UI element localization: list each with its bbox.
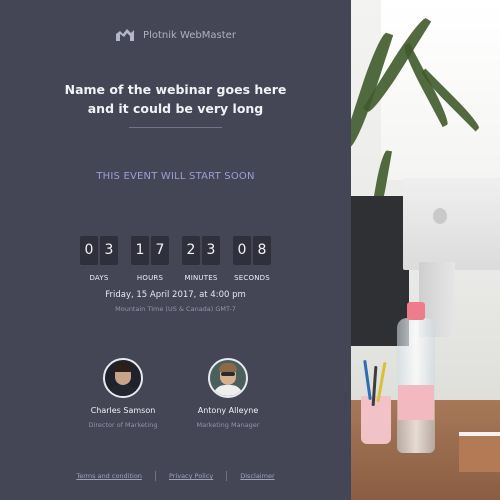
terms-link[interactable]: Terms and condition <box>76 472 142 480</box>
speaker-card: Antony Alleyne Marketing Manager <box>173 358 283 429</box>
footer-separator <box>226 471 228 481</box>
brand-logo-icon <box>116 29 135 41</box>
countdown-label: DAYS <box>89 274 109 282</box>
brand-name: Plotnik WebMaster <box>143 29 236 41</box>
countdown-digit: 1 <box>131 236 149 265</box>
webinar-title: Name of the webinar goes here and it cou… <box>0 80 351 118</box>
webinar-title-line-2: and it could be very long <box>87 101 264 116</box>
event-date: Friday, 15 April 2017, at 4:00 pm <box>105 290 246 300</box>
speaker-role: Director of Marketing <box>88 421 158 429</box>
avatar <box>103 358 143 398</box>
countdown-label: SECONDS <box>234 274 270 282</box>
webinar-title-line-1: Name of the webinar goes here <box>64 82 287 97</box>
countdown-digit: 0 <box>233 236 251 265</box>
office-photo <box>351 0 500 500</box>
countdown-hours: 1 7 HOURS <box>130 236 170 282</box>
footer-links: Terms and condition Privacy Policy Discl… <box>0 471 351 481</box>
countdown-digit: 2 <box>182 236 200 265</box>
countdown-label: MINUTES <box>184 274 218 282</box>
speaker-name: Charles Samson <box>90 406 156 415</box>
privacy-link[interactable]: Privacy Policy <box>169 472 213 480</box>
countdown-digit: 8 <box>253 236 271 265</box>
speaker-card: Charles Samson Director of Marketing <box>68 358 178 429</box>
event-status: THIS EVENT WILL START SOON <box>96 171 255 182</box>
speaker-name: Antony Alleyne <box>197 406 259 415</box>
brand[interactable]: Plotnik WebMaster <box>0 28 351 42</box>
countdown-days: 0 3 DAYS <box>79 236 119 282</box>
event-panel: Plotnik WebMaster Name of the webinar go… <box>0 0 351 500</box>
countdown-digit: 0 <box>80 236 98 265</box>
countdown-digit: 3 <box>100 236 118 265</box>
event-timezone: Mountain Time (US & Canada) GMT-7 <box>115 305 236 313</box>
title-divider <box>129 127 222 128</box>
countdown-digit: 3 <box>202 236 220 265</box>
avatar <box>208 358 248 398</box>
countdown-label: HOURS <box>136 274 164 282</box>
countdown-minutes: 2 3 MINUTES <box>181 236 221 282</box>
countdown-seconds: 0 8 SECONDS <box>232 236 272 282</box>
footer-separator <box>154 471 156 481</box>
speaker-role: Marketing Manager <box>196 421 260 429</box>
disclaimer-link[interactable]: Disclaimer <box>240 472 274 480</box>
countdown-digit: 7 <box>151 236 169 265</box>
